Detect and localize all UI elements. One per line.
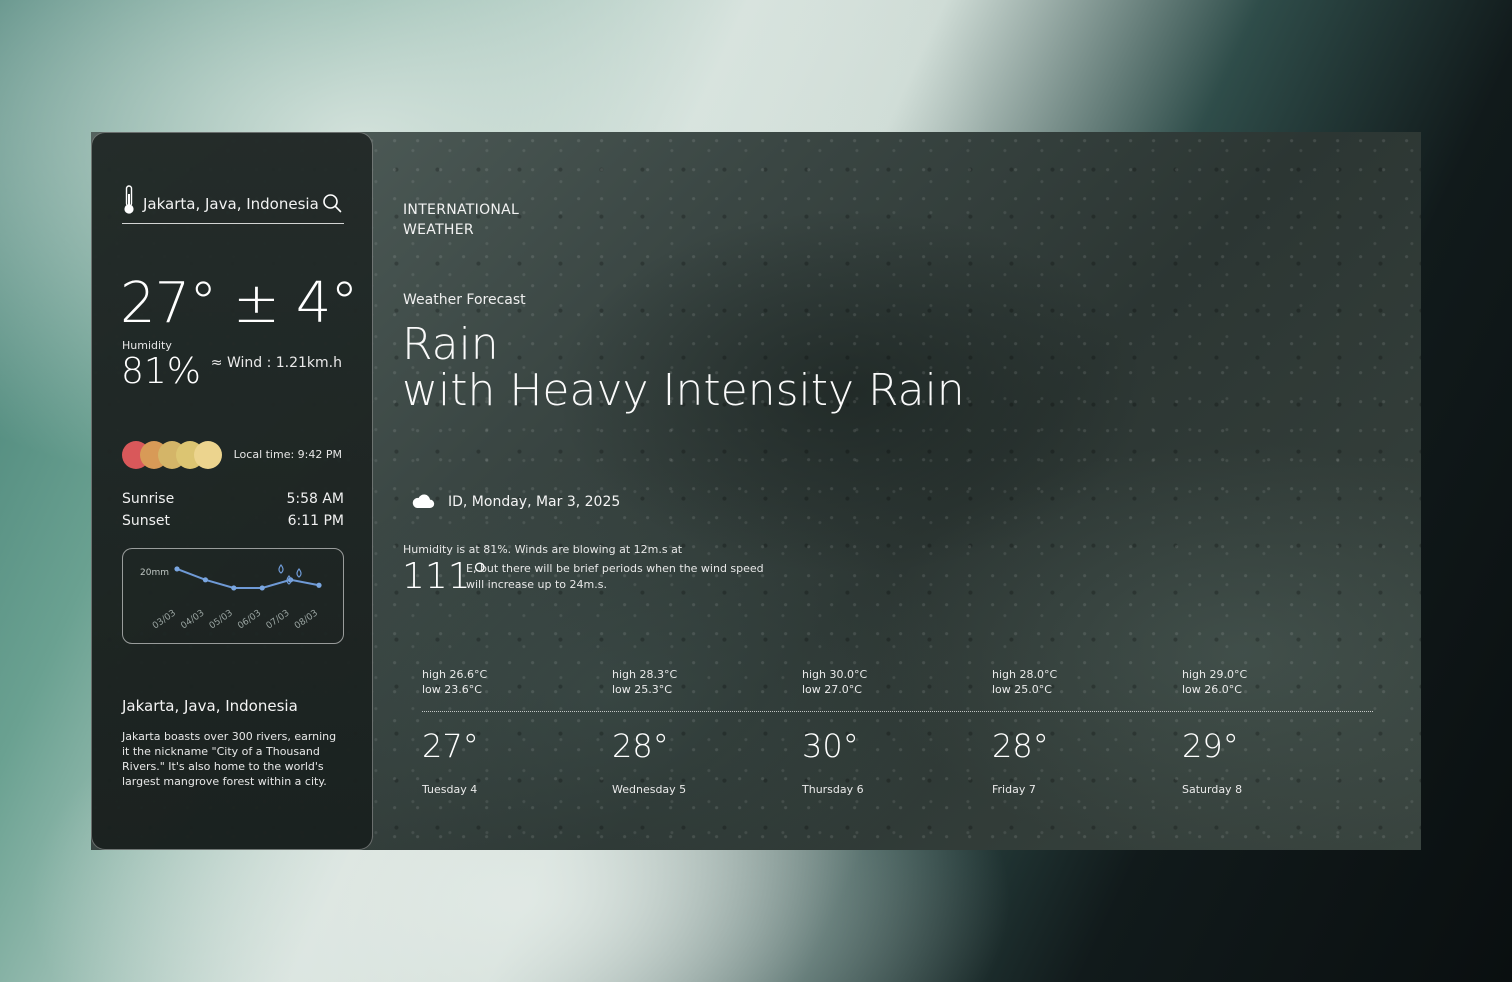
day-temp: 30° <box>802 727 859 765</box>
day-low: low 27.0°C <box>802 683 862 696</box>
day-low: low 25.3°C <box>612 683 672 696</box>
rainfall-chart: 20mm 03/03 04/03 05/03 06/03 07/03 08/03 <box>140 564 322 631</box>
color-dot <box>194 441 222 469</box>
forecast-day: high 26.6°C low 23.6°C 27° Tuesday 4 <box>422 667 602 796</box>
day-temp: 29° <box>1182 727 1239 765</box>
search-input[interactable]: Jakarta, Java, Indonesia <box>143 195 319 213</box>
chart-x-tick-label: 07/03 <box>265 608 292 631</box>
about-city-title: Jakarta, Java, Indonesia <box>122 697 298 715</box>
brand-logo: INTERNATIONAL WEATHER <box>403 200 519 240</box>
forecast-detail-line: Humidity is at 81%. Winds are blowing at… <box>403 543 683 556</box>
day-temp: 28° <box>992 727 1049 765</box>
wind-speed: ≈ Wind : 1.21km.h <box>210 355 342 371</box>
forecast-date: ID, Monday, Mar 3, 2025 <box>448 494 621 510</box>
day-name: Wednesday 5 <box>612 783 687 796</box>
search-icon[interactable] <box>322 193 342 213</box>
brand-line-1: INTERNATIONAL <box>403 202 520 218</box>
humidity-value: 81% <box>121 351 202 392</box>
forecast-headline: Rain with Heavy Intensity Rain <box>402 322 965 414</box>
forecast-day: high 28.3°C low 25.3°C 28° Wednesday 5 <box>612 667 792 796</box>
local-time: Local time: 9:42 PM <box>233 448 342 461</box>
sunset-time: 6:11 PM <box>287 513 344 529</box>
sidebar-panel: Jakarta, Java, Indonesia 27° ± 4° Humidi… <box>91 132 373 850</box>
day-high: high 26.6°C <box>422 668 488 681</box>
chart-x-tick-label: 05/03 <box>208 608 235 631</box>
forecast-day: high 30.0°C low 27.0°C 30° Thursday 6 <box>802 667 982 796</box>
rainfall-chart-card: 20mm 03/03 04/03 05/03 06/03 07/03 08/03 <box>122 548 344 644</box>
sunrise-label: Sunrise <box>122 491 175 507</box>
day-name: Tuesday 4 <box>422 783 478 796</box>
chart-x-tick-label: 04/03 <box>179 608 206 631</box>
thermometer-icon <box>124 185 134 214</box>
chart-x-tick-label: 06/03 <box>236 608 263 631</box>
sunset-label: Sunset <box>122 513 171 529</box>
day-low: low 25.0°C <box>992 683 1052 696</box>
color-dots <box>122 441 222 469</box>
forecast-day: high 29.0°C low 26.0°C 29° Saturday 8 <box>1182 667 1362 796</box>
about-city-text: Jakarta boasts over 300 rivers, earning … <box>122 730 337 788</box>
chart-x-tick-label: 08/03 <box>293 608 320 631</box>
headline-condition: Rain <box>402 319 499 370</box>
rainfall-point <box>202 577 208 583</box>
forecast-day: high 28.0°C low 25.0°C 28° Friday 7 <box>992 667 1172 796</box>
chart-y-label: 20mm <box>140 568 169 578</box>
rainfall-point <box>231 585 237 591</box>
weather-app-frame: Jakarta, Java, Indonesia 27° ± 4° Humidi… <box>91 132 1421 850</box>
day-high: high 28.3°C <box>612 668 678 681</box>
rainfall-point <box>174 566 180 572</box>
sunset-row: Sunset 6:11 PM <box>122 513 344 529</box>
headline-intensity: with Heavy Intensity Rain <box>402 365 965 416</box>
day-name: Saturday 8 <box>1182 783 1243 796</box>
cloud-icon <box>412 494 435 508</box>
sunrise-time: 5:58 AM <box>286 491 344 507</box>
day-low: low 26.0°C <box>1182 683 1242 696</box>
day-low: low 23.6°C <box>422 683 482 696</box>
sunrise-row: Sunrise 5:58 AM <box>122 491 344 507</box>
chart-x-tick-label: 03/03 <box>151 608 178 631</box>
temperature-range: 27° ± 4° <box>120 271 358 336</box>
forecast-divider <box>422 711 1373 712</box>
day-name: Thursday 6 <box>802 783 864 796</box>
brand-line-2: WEATHER <box>403 222 474 238</box>
day-high: high 29.0°C <box>1182 668 1248 681</box>
rainfall-point <box>316 582 322 588</box>
forecast-label: Weather Forecast <box>403 292 526 308</box>
rainfall-point <box>259 585 265 591</box>
day-high: high 28.0°C <box>992 668 1058 681</box>
location-search-bar[interactable]: Jakarta, Java, Indonesia <box>122 185 344 224</box>
day-temp: 27° <box>422 727 479 765</box>
forecast-detail-text: E, but there will be brief periods when … <box>466 562 764 591</box>
day-name: Friday 7 <box>992 783 1036 796</box>
day-high: high 30.0°C <box>802 668 868 681</box>
day-temp: 28° <box>612 727 669 765</box>
